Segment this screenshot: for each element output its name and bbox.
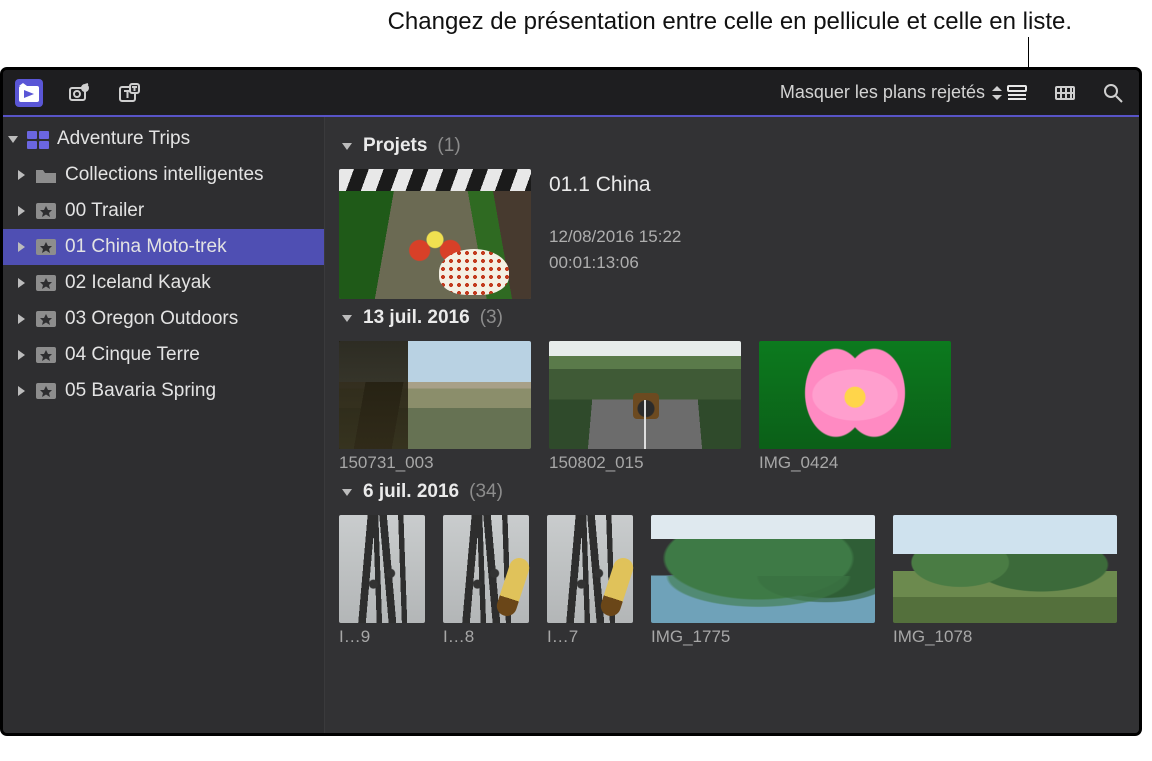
clip-thumbnail[interactable] bbox=[547, 515, 633, 623]
event-star-icon bbox=[35, 237, 57, 257]
event-star-icon bbox=[35, 273, 57, 293]
clip-item[interactable]: 150731_003 bbox=[339, 341, 531, 473]
clip-appearance-button[interactable] bbox=[1051, 79, 1079, 107]
clip-label: 150802_015 bbox=[549, 453, 741, 473]
projects-header-label: Projets bbox=[363, 135, 427, 157]
photos-audio-tab-icon[interactable] bbox=[65, 79, 93, 107]
chevron-down-icon[interactable] bbox=[341, 486, 353, 498]
clip-item[interactable]: I…9 bbox=[339, 515, 425, 647]
chevron-right-icon[interactable] bbox=[15, 277, 27, 289]
clip-filter-label: Masquer les plans rejetés bbox=[780, 82, 985, 103]
library-icon bbox=[27, 129, 49, 149]
clip-thumbnail[interactable] bbox=[893, 515, 1117, 623]
clip-thumbnail[interactable] bbox=[339, 341, 531, 449]
project-thumbnail[interactable] bbox=[339, 169, 531, 299]
clip-label: IMG_0424 bbox=[759, 453, 951, 473]
date-group-header[interactable]: 13 juil. 2016 (3) bbox=[339, 307, 1139, 329]
clip-thumbnail[interactable] bbox=[443, 515, 529, 623]
chevron-down-icon[interactable] bbox=[341, 140, 353, 152]
clip-label: I…7 bbox=[547, 627, 633, 647]
project-metadata: 01.1 China 12/08/2016 15:22 00:01:13:06 bbox=[549, 169, 681, 299]
project-duration: 00:01:13:06 bbox=[549, 253, 681, 273]
clip-label: IMG_1775 bbox=[651, 627, 875, 647]
clip-row: 150731_003 150802_015 IMG_0424 bbox=[339, 341, 1139, 473]
sidebar-item[interactable]: 03 Oregon Outdoors bbox=[3, 301, 324, 337]
clip-item[interactable]: 150802_015 bbox=[549, 341, 741, 473]
chevron-right-icon[interactable] bbox=[15, 241, 27, 253]
view-toggle-button[interactable] bbox=[1003, 79, 1031, 107]
sidebar-item-label: 01 China Moto-trek bbox=[65, 236, 227, 258]
sidebar-item[interactable]: 05 Bavaria Spring bbox=[3, 373, 324, 409]
sidebar-item[interactable]: 02 Iceland Kayak bbox=[3, 265, 324, 301]
clip-row: I…9 I…8 I…7 IMG_1775 IMG_1078 bbox=[339, 515, 1139, 647]
sidebar-item[interactable]: 00 Trailer bbox=[3, 193, 324, 229]
clip-item[interactable]: IMG_1078 bbox=[893, 515, 1117, 647]
project-thumbnail-image bbox=[339, 191, 531, 299]
clip-filter-menu[interactable]: Masquer les plans rejetés bbox=[780, 82, 1003, 103]
clip-browser: Projets (1) 01.1 China 12/08/2016 15:22 … bbox=[325, 117, 1139, 733]
chevron-down-icon[interactable] bbox=[7, 133, 19, 145]
callout-text: Changez de présentation entre celle en p… bbox=[0, 0, 1142, 37]
sidebar-item-label: 04 Cinque Terre bbox=[65, 344, 200, 366]
date-group-header[interactable]: 6 juil. 2016 (34) bbox=[339, 481, 1139, 503]
clip-thumbnail[interactable] bbox=[549, 341, 741, 449]
chevron-right-icon[interactable] bbox=[15, 349, 27, 361]
projects-count: (1) bbox=[437, 135, 460, 157]
sidebar-item-label: Collections intelligentes bbox=[65, 164, 264, 186]
event-star-icon bbox=[35, 309, 57, 329]
clip-item[interactable]: I…8 bbox=[443, 515, 529, 647]
chevron-right-icon[interactable] bbox=[15, 205, 27, 217]
clip-item[interactable]: IMG_0424 bbox=[759, 341, 951, 473]
titles-generators-tab-icon[interactable] bbox=[115, 79, 143, 107]
clip-label: 150731_003 bbox=[339, 453, 531, 473]
sidebar-item[interactable]: 01 China Moto-trek bbox=[3, 229, 324, 265]
clip-label: I…9 bbox=[339, 627, 425, 647]
date-group-label: 13 juil. 2016 bbox=[363, 307, 470, 329]
app-window: Masquer les plans rejetés bbox=[0, 67, 1142, 736]
clip-item[interactable]: I…7 bbox=[547, 515, 633, 647]
search-button[interactable] bbox=[1099, 79, 1127, 107]
project-item[interactable]: 01.1 China 12/08/2016 15:22 00:01:13:06 bbox=[339, 169, 1139, 299]
projects-group-header[interactable]: Projets (1) bbox=[339, 135, 1139, 157]
clip-thumbnail[interactable] bbox=[339, 515, 425, 623]
clip-thumbnail[interactable] bbox=[759, 341, 951, 449]
clapper-icon bbox=[339, 169, 531, 191]
clip-label: I…8 bbox=[443, 627, 529, 647]
project-date: 12/08/2016 15:22 bbox=[549, 227, 681, 247]
event-star-icon bbox=[35, 345, 57, 365]
chevron-down-icon[interactable] bbox=[341, 312, 353, 324]
sidebar-item[interactable]: 04 Cinque Terre bbox=[3, 337, 324, 373]
clip-item[interactable]: IMG_1775 bbox=[651, 515, 875, 647]
sidebar-item-label: 02 Iceland Kayak bbox=[65, 272, 211, 294]
library-sidebar: Adventure Trips Collections intelligente… bbox=[3, 117, 325, 733]
project-title: 01.1 China bbox=[549, 173, 681, 197]
sidebar-item-label: 05 Bavaria Spring bbox=[65, 380, 216, 402]
chevron-right-icon[interactable] bbox=[15, 313, 27, 325]
event-star-icon bbox=[35, 381, 57, 401]
sidebar-item[interactable]: Collections intelligentes bbox=[3, 157, 324, 193]
chevron-right-icon[interactable] bbox=[15, 169, 27, 181]
library-name: Adventure Trips bbox=[57, 128, 190, 150]
library-tab-icon[interactable] bbox=[15, 79, 43, 107]
updown-icon bbox=[991, 86, 1003, 100]
library-row[interactable]: Adventure Trips bbox=[3, 121, 324, 157]
clip-thumbnail[interactable] bbox=[651, 515, 875, 623]
sidebar-item-label: 03 Oregon Outdoors bbox=[65, 308, 238, 330]
sidebar-item-label: 00 Trailer bbox=[65, 200, 144, 222]
chevron-right-icon[interactable] bbox=[15, 385, 27, 397]
folder-icon bbox=[35, 165, 57, 185]
event-star-icon bbox=[35, 201, 57, 221]
clip-label: IMG_1078 bbox=[893, 627, 1117, 647]
callout-leader bbox=[0, 37, 1142, 67]
date-group-label: 6 juil. 2016 bbox=[363, 481, 459, 503]
toolbar: Masquer les plans rejetés bbox=[3, 70, 1139, 117]
date-group-count: (34) bbox=[469, 481, 503, 503]
date-group-count: (3) bbox=[480, 307, 503, 329]
